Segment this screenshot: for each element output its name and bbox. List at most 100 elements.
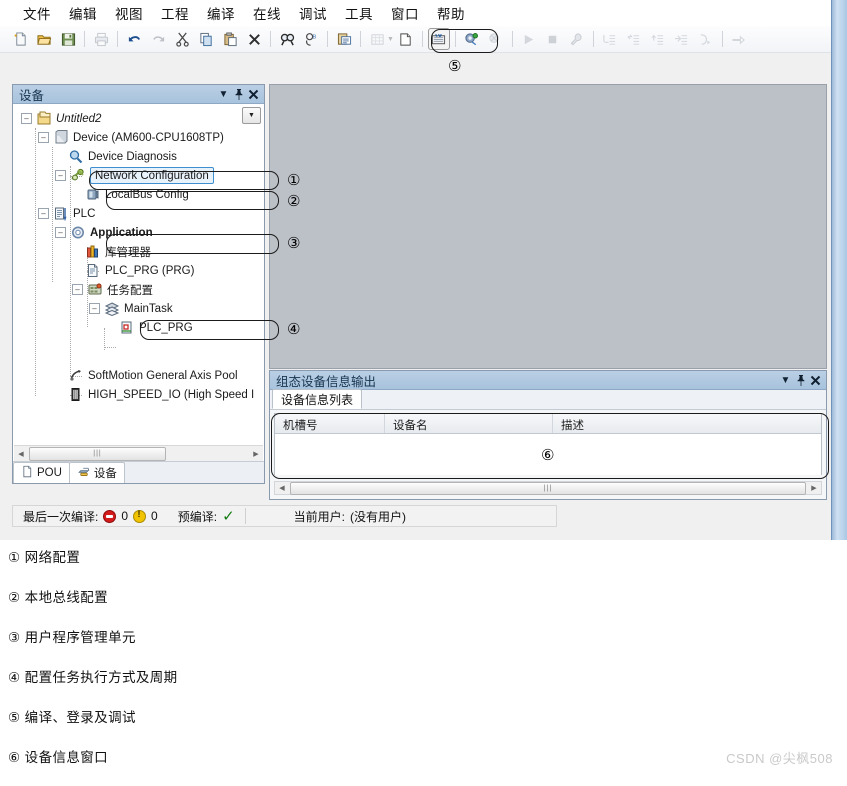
close-icon[interactable]: [246, 87, 261, 102]
tab-device[interactable]: 设备: [68, 462, 125, 483]
grid-icon[interactable]: [366, 28, 388, 50]
scroll-right-arrow-icon[interactable]: ▶: [249, 450, 263, 458]
print-icon[interactable]: [90, 28, 112, 50]
device-tree-panel: 设备 ▼ ▼ – Untitled2 – Device (AM600-CPU16…: [12, 84, 265, 484]
chevron-down-icon[interactable]: ▼: [216, 87, 231, 102]
scroll-right-arrow-icon[interactable]: ▶: [807, 484, 821, 492]
menu-item-file[interactable]: 文件: [14, 1, 60, 25]
menu-item-build[interactable]: 编译: [198, 1, 244, 25]
save-icon[interactable]: [57, 28, 79, 50]
current-user-value: (没有用户): [349, 509, 406, 524]
expander-icon[interactable]: –: [89, 303, 100, 314]
caption-text: 用户程序管理单元: [24, 630, 136, 645]
expander-icon[interactable]: –: [21, 113, 32, 124]
tree-item-application[interactable]: – Application: [55, 223, 153, 242]
device-info-grid[interactable]: 机槽号 设备名 描述: [274, 413, 822, 475]
device-tree[interactable]: ▼ – Untitled2 – Device (AM600-CPU1608TP)…: [13, 104, 264, 464]
menu-item-help[interactable]: 帮助: [428, 1, 474, 25]
find-icon[interactable]: [276, 28, 298, 50]
toolbar-separator: [270, 31, 271, 47]
logout-icon[interactable]: [485, 28, 507, 50]
tree-item-plc-prg[interactable]: PLC_PRG (PRG): [72, 261, 194, 280]
tree-item-device-diagnosis[interactable]: Device Diagnosis: [55, 147, 177, 166]
toolbar-separator: [360, 31, 361, 47]
grid-column-description[interactable]: 描述: [553, 414, 821, 433]
scroll-left-arrow-icon[interactable]: ◀: [14, 450, 28, 458]
new-object-icon[interactable]: [395, 28, 417, 50]
menu-item-window[interactable]: 窗口: [382, 1, 428, 25]
pin-icon[interactable]: [231, 87, 246, 102]
expander-icon[interactable]: –: [55, 170, 66, 181]
tab-device-info-list[interactable]: 设备信息列表: [272, 389, 363, 409]
tree-item-device[interactable]: – Device (AM600-CPU1608TP): [38, 128, 224, 147]
tree-item-project[interactable]: – Untitled2: [21, 109, 101, 128]
caption-symbol: ①: [8, 550, 21, 565]
properties-icon[interactable]: [333, 28, 355, 50]
debug-tools-icon[interactable]: [566, 28, 588, 50]
output-horizontal-scrollbar[interactable]: ◀ ||| ▶: [274, 481, 822, 495]
set-next-statement-icon[interactable]: [695, 28, 717, 50]
redo-icon[interactable]: [147, 28, 169, 50]
scroll-left-arrow-icon[interactable]: ◀: [275, 484, 289, 492]
jump-icon[interactable]: [728, 28, 750, 50]
login-icon[interactable]: [461, 28, 483, 50]
task-config-icon: [87, 282, 103, 297]
program-icon: [85, 263, 101, 278]
menu-item-online[interactable]: 在线: [244, 1, 290, 25]
tree-item-softmotion-axis-pool[interactable]: SoftMotion General Axis Pool: [55, 366, 238, 385]
run-to-cursor-icon[interactable]: [671, 28, 693, 50]
caption-5: ⑤ 编译、登录及调试: [8, 706, 608, 726]
paste-icon[interactable]: [219, 28, 241, 50]
chevron-down-icon[interactable]: ▼: [778, 373, 793, 388]
tab-pou[interactable]: POU: [13, 462, 70, 483]
menu-item-edit[interactable]: 编辑: [60, 1, 106, 25]
menu-item-project[interactable]: 工程: [152, 1, 198, 25]
copy-icon[interactable]: [195, 28, 217, 50]
tree-item-label: Device (AM600-CPU1608TP): [73, 131, 224, 144]
editor-area[interactable]: [269, 84, 827, 369]
grid-column-device-name[interactable]: 设备名: [385, 414, 553, 433]
build-compile-icon[interactable]: [427, 28, 450, 50]
expander-icon[interactable]: –: [38, 132, 49, 143]
new-file-icon[interactable]: [9, 28, 31, 50]
menu-item-view[interactable]: 视图: [106, 1, 152, 25]
tree-item-localbus-config[interactable]: LocalBus Config: [72, 185, 189, 204]
tree-item-plc[interactable]: – PLC: [38, 204, 95, 223]
tree-item-selection[interactable]: Network Configuration: [90, 167, 214, 184]
stop-icon[interactable]: [542, 28, 564, 50]
pin-icon[interactable]: [793, 373, 808, 388]
delete-icon[interactable]: [243, 28, 265, 50]
tree-horizontal-scrollbar[interactable]: ◀ ||| ▶: [14, 445, 263, 461]
tree-dropdown-button[interactable]: ▼: [242, 107, 261, 124]
expander-icon[interactable]: –: [72, 284, 83, 295]
scrollbar-thumb[interactable]: |||: [29, 446, 166, 461]
high-speed-io-icon: [68, 387, 84, 402]
step-out-icon[interactable]: [647, 28, 669, 50]
tree-item-library-manager[interactable]: 库管理器: [72, 242, 151, 261]
expander-icon[interactable]: –: [38, 208, 49, 219]
menu-item-debug[interactable]: 调试: [290, 1, 336, 25]
device-panel-title: 设备: [19, 88, 45, 103]
warning-icon: [133, 509, 147, 523]
device-info-output-panel: 组态设备信息输出 ▼ 设备信息列表 机槽号 设备名 描述 ◀ ||| ▶: [269, 370, 827, 500]
tree-item-network-configuration[interactable]: – Network Configuration: [55, 166, 214, 185]
tree-item-high-speed-io[interactable]: HIGH_SPEED_IO (High Speed I: [55, 385, 254, 404]
step-into-icon[interactable]: [623, 28, 645, 50]
scrollbar-thumb[interactable]: |||: [290, 481, 806, 495]
run-icon[interactable]: [518, 28, 540, 50]
menu-item-tools[interactable]: 工具: [336, 1, 382, 25]
tree-item-task-configuration[interactable]: – 任务配置: [72, 280, 153, 299]
open-folder-icon[interactable]: [33, 28, 55, 50]
annotation-marker-3: ③: [287, 234, 301, 252]
caption-text: 设备信息窗口: [24, 750, 109, 765]
step-over-icon[interactable]: [599, 28, 621, 50]
close-icon[interactable]: [808, 373, 823, 388]
grid-column-slot[interactable]: 机槽号: [275, 414, 385, 433]
expander-icon[interactable]: –: [55, 227, 66, 238]
dropdown-arrow-icon[interactable]: ▼: [387, 36, 394, 43]
replace-icon[interactable]: B: [300, 28, 322, 50]
cut-icon[interactable]: [171, 28, 193, 50]
undo-icon[interactable]: [123, 28, 145, 50]
tree-item-task-call-plc-prg[interactable]: PLC_PRG: [106, 318, 193, 337]
tree-item-maintask[interactable]: – MainTask: [89, 299, 173, 318]
